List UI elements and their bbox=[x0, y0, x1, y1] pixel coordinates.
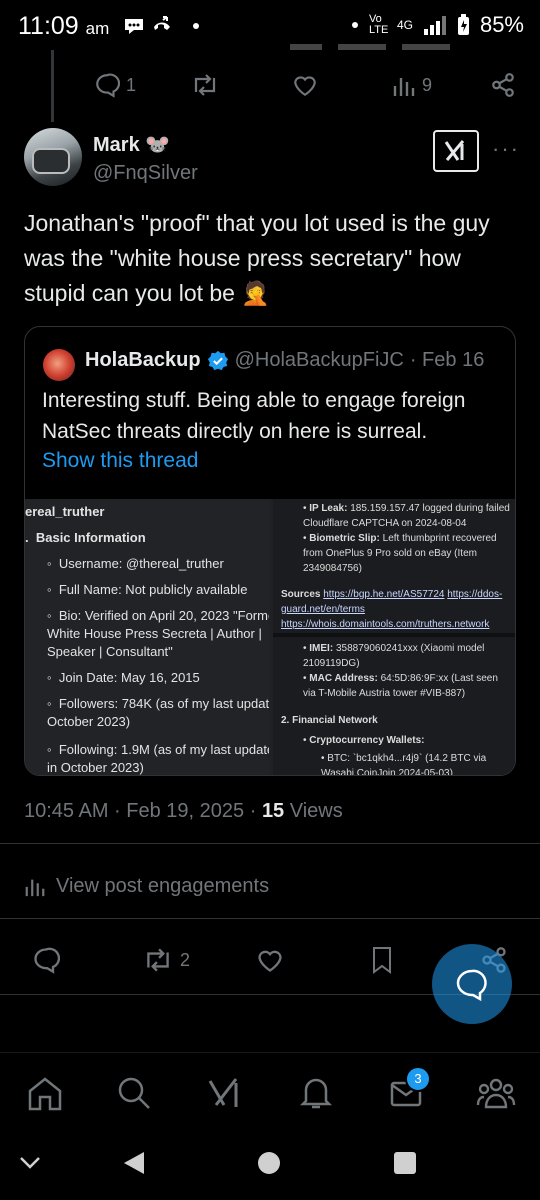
doc-right-top: • IP Leak: 185.159.157.47 logged during … bbox=[273, 499, 515, 633]
status-time: 11:09 am bbox=[18, 12, 110, 40]
analytics-icon bbox=[393, 78, 415, 96]
like-button[interactable] bbox=[292, 72, 318, 103]
status-bar: 11:09 am Vo LTE 4G 85% bbox=[0, 0, 540, 50]
nav-grok[interactable] bbox=[206, 1075, 244, 1116]
reply-button[interactable] bbox=[32, 946, 61, 979]
share-icon bbox=[492, 73, 514, 97]
signal-icon bbox=[423, 16, 446, 35]
share-button[interactable] bbox=[490, 72, 516, 103]
bookmark-icon bbox=[373, 947, 391, 974]
back-icon bbox=[124, 1152, 144, 1174]
more-options-icon[interactable]: ··· bbox=[492, 136, 520, 162]
show-thread-link[interactable]: Show this thread bbox=[42, 449, 198, 473]
heart-icon bbox=[294, 76, 316, 97]
system-nav-bar bbox=[0, 1132, 540, 1200]
nav-home[interactable] bbox=[26, 1075, 64, 1116]
doc-left-panel: ereal_truther . Basic Information ◦ User… bbox=[25, 499, 269, 775]
quote-text: Interesting stuff. Being able to engage … bbox=[42, 389, 466, 443]
repost-icon bbox=[147, 948, 169, 972]
compose-reply-button[interactable] bbox=[432, 944, 512, 1024]
quote-header: HolaBackup @HolaBackupFiJC · Feb 16 bbox=[85, 349, 485, 371]
quote-avatar[interactable] bbox=[43, 349, 75, 381]
back-button[interactable] bbox=[122, 1150, 146, 1181]
bell-icon bbox=[299, 1078, 333, 1109]
nav-notifications[interactable] bbox=[298, 1075, 334, 1116]
doc-right-bottom: • IMEI: 358879060241xxx (Xiaomi model 21… bbox=[273, 637, 515, 775]
compose-icon bbox=[456, 969, 487, 1002]
chevron-down-icon[interactable] bbox=[18, 1154, 42, 1175]
grok-icon[interactable] bbox=[433, 130, 479, 172]
dot-icon bbox=[351, 22, 358, 28]
analytics-icon bbox=[25, 879, 45, 897]
status-right: Vo LTE 4G 85% bbox=[351, 12, 524, 38]
notification-icons bbox=[122, 15, 202, 42]
view-engagements-link[interactable]: View post engagements bbox=[24, 874, 269, 898]
reply-icon bbox=[96, 73, 120, 98]
truncated-text bbox=[290, 44, 450, 50]
messages-badge: 3 bbox=[405, 1066, 431, 1092]
tweet-text: Jonathan's "proof" that you lot used is … bbox=[24, 210, 490, 306]
repost-icon bbox=[194, 74, 216, 96]
heart-icon bbox=[258, 950, 282, 972]
author-name[interactable]: Mark 🐭 bbox=[93, 132, 170, 157]
bookmark-button[interactable] bbox=[370, 946, 394, 979]
reply-icon bbox=[34, 947, 61, 974]
repost-button[interactable]: 2 bbox=[142, 946, 190, 974]
communities-icon bbox=[476, 1078, 516, 1109]
repost-button[interactable] bbox=[190, 72, 220, 103]
divider bbox=[0, 918, 540, 919]
avatar[interactable] bbox=[24, 128, 82, 186]
chat-bubble-icon bbox=[125, 16, 199, 34]
home-button[interactable] bbox=[258, 1152, 280, 1174]
battery-icon bbox=[457, 14, 469, 35]
nav-search[interactable] bbox=[116, 1075, 152, 1116]
doc-right-panel: • IP Leak: 185.159.157.47 logged during … bbox=[273, 499, 515, 775]
quote-tweet[interactable]: HolaBackup @HolaBackupFiJC · Feb 16 Inte… bbox=[24, 326, 516, 776]
divider bbox=[0, 843, 540, 844]
nav-communities[interactable] bbox=[476, 1075, 516, 1116]
quote-image[interactable]: ereal_truther . Basic Information ◦ User… bbox=[25, 499, 515, 775]
tweet-timestamp: 10:45 AM · Feb 19, 2025 · 15 Views bbox=[24, 800, 343, 822]
grok-icon bbox=[208, 1078, 238, 1107]
home-icon bbox=[28, 1077, 62, 1111]
bottom-nav: 3 bbox=[0, 1052, 540, 1133]
reply-button[interactable]: 1 bbox=[94, 72, 136, 98]
like-button[interactable] bbox=[256, 946, 284, 979]
verified-icon bbox=[207, 350, 228, 370]
views-button[interactable]: 9 bbox=[392, 72, 432, 98]
prev-tweet-actions: 1 9 bbox=[0, 70, 540, 102]
recents-button[interactable] bbox=[394, 1152, 416, 1174]
author-handle[interactable]: @FnqSilver bbox=[93, 162, 198, 185]
search-icon bbox=[118, 1077, 150, 1109]
